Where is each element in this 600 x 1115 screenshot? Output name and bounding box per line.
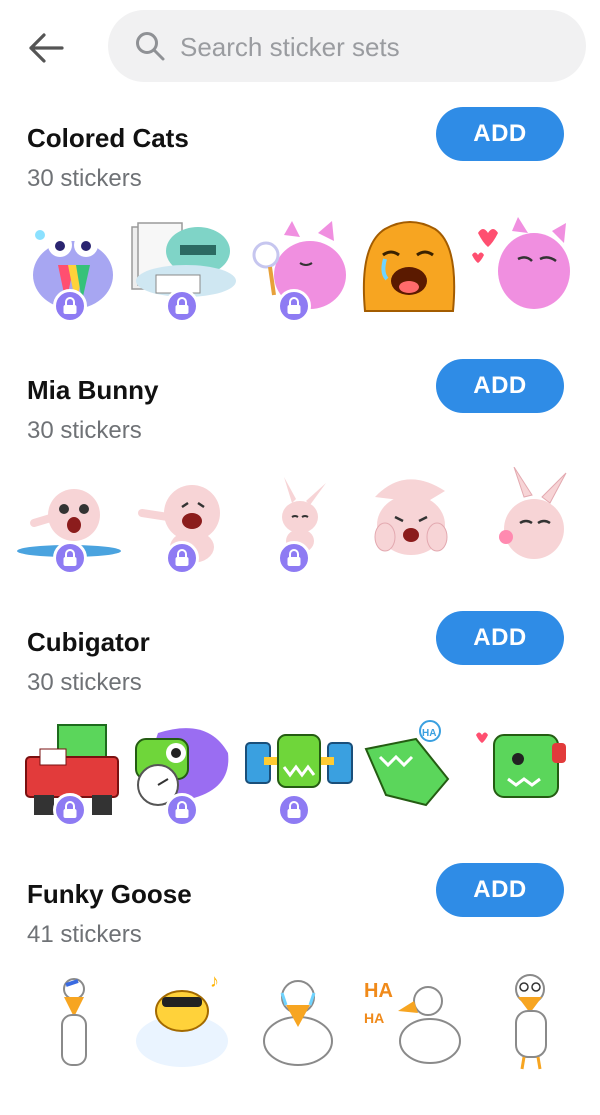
sticker[interactable]: HA HA: [358, 971, 468, 1071]
set-title: Cubigator: [27, 627, 150, 657]
set-title: Funky Goose: [27, 879, 192, 909]
lock-icon: [277, 289, 311, 323]
lock-icon: [165, 541, 199, 575]
search-input[interactable]: [178, 10, 572, 84]
sticker[interactable]: [355, 467, 465, 567]
lock-icon: [53, 289, 87, 323]
lock-icon: [165, 289, 199, 323]
sticker-row: [0, 467, 600, 587]
sticker[interactable]: [242, 971, 352, 1071]
sticker[interactable]: ♪: [128, 971, 238, 1071]
sticker-set: Funky Goose 41 stickers ADD ♪ HA HA: [0, 863, 600, 1115]
sticker-ha-small-text: HA: [364, 1010, 384, 1026]
set-count: 30 stickers: [27, 417, 142, 444]
top-bar: [0, 0, 600, 94]
svg-text:♪: ♪: [210, 971, 219, 991]
sticker[interactable]: [355, 215, 465, 315]
add-button[interactable]: ADD: [436, 107, 564, 161]
sticker-row: ♪ HA HA: [0, 971, 600, 1091]
sticker-set: Colored Cats 30 stickers ADD: [0, 107, 600, 359]
add-button[interactable]: ADD: [436, 611, 564, 665]
set-count: 30 stickers: [27, 165, 142, 192]
search-bar[interactable]: [108, 10, 586, 84]
add-button[interactable]: ADD: [436, 359, 564, 413]
sticker[interactable]: [18, 971, 128, 1071]
lock-icon: [277, 793, 311, 827]
sticker-ha-text: HA: [364, 980, 393, 1002]
add-button[interactable]: ADD: [436, 863, 564, 917]
sticker-ha-text: HA: [422, 728, 436, 739]
set-count: 41 stickers: [27, 921, 142, 948]
lock-icon: [165, 793, 199, 827]
sticker-row: HA: [0, 719, 600, 839]
sticker[interactable]: HA: [356, 719, 466, 819]
lock-icon: [53, 541, 87, 575]
back-arrow-icon[interactable]: [20, 22, 72, 74]
sticker-row: [0, 215, 600, 335]
lock-icon: [277, 541, 311, 575]
sticker[interactable]: [472, 719, 582, 819]
sticker-set: Mia Bunny 30 stickers ADD: [0, 359, 600, 611]
sticker[interactable]: [476, 971, 586, 1071]
sticker-set: Cubigator 30 stickers ADD HA: [0, 611, 600, 863]
set-count: 30 stickers: [27, 669, 142, 696]
set-title: Mia Bunny: [27, 375, 159, 405]
search-icon: [136, 32, 165, 61]
set-title: Colored Cats: [27, 123, 189, 153]
sticker[interactable]: [468, 215, 578, 315]
sticker[interactable]: [474, 467, 584, 567]
lock-icon: [53, 793, 87, 827]
